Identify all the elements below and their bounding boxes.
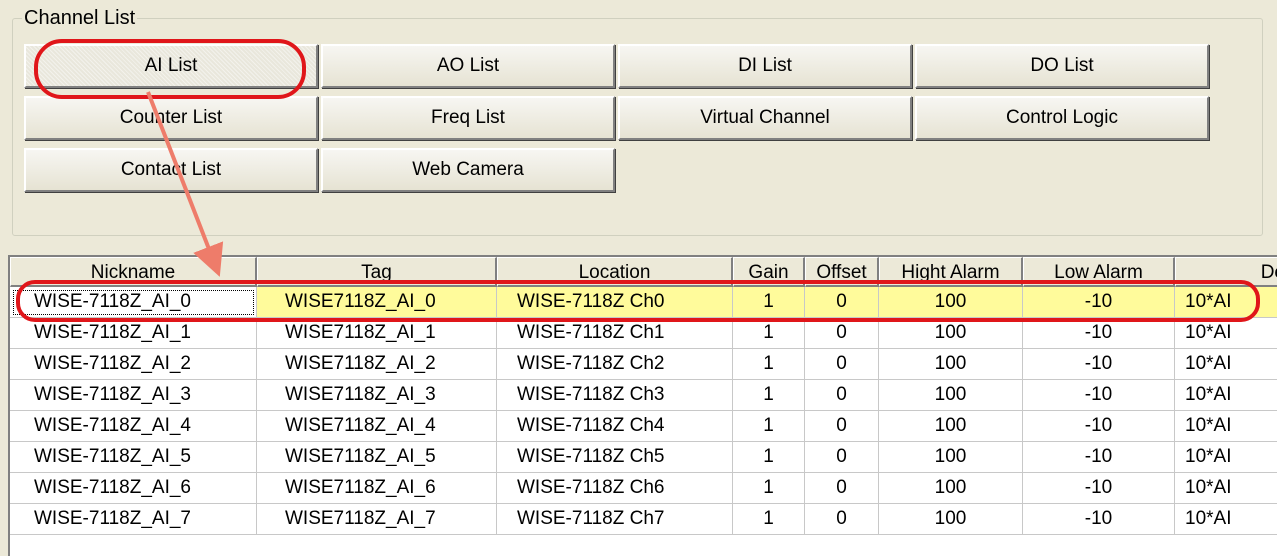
col-header-deadband[interactable]: De [1175,257,1277,287]
cell-tag[interactable]: WISE7118Z_AI_5 [257,442,497,473]
cell-deadband[interactable]: 10*AI [1175,504,1277,535]
col-header-tag[interactable]: Tag [257,257,497,287]
cell-deadband[interactable]: 10*AI [1175,442,1277,473]
cell-tag[interactable]: WISE7118Z_AI_1 [257,318,497,349]
cell-tag[interactable]: WISE7118Z_AI_2 [257,349,497,380]
cell-location[interactable]: WISE-7118Z Ch0 [497,287,733,318]
col-header-nickname[interactable]: Nickname [10,257,257,287]
table-row[interactable]: WISE-7118Z_AI_6 WISE7118Z_AI_6 WISE-7118Z … [10,473,1277,504]
cell-nickname[interactable]: WISE-7118Z_AI_0 [10,287,257,318]
cell-tag[interactable]: WISE7118Z_AI_6 [257,473,497,504]
cell-nickname[interactable]: WISE-7118Z_AI_2 [10,349,257,380]
col-header-gain[interactable]: Gain [733,257,805,287]
channel-list-window: Channel List AI List AO List DI List DO … [0,0,1277,556]
cell-offset[interactable]: 0 [805,318,879,349]
cell-high-alarm[interactable]: 100 [879,380,1023,411]
cell-deadband[interactable]: 10*AI [1175,380,1277,411]
cell-offset[interactable]: 0 [805,287,879,318]
table-row[interactable]: WISE-7118Z_AI_7 WISE7118Z_AI_7 WISE-7118Z … [10,504,1277,535]
cell-deadband[interactable]: 10*AI [1175,411,1277,442]
table-header: Nickname Tag Location Gain Offset Hight … [10,257,1277,287]
cell-gain[interactable]: 1 [733,411,805,442]
cell-location[interactable]: WISE-7118Z Ch6 [497,473,733,504]
cell-deadband[interactable]: 10*AI [1175,318,1277,349]
cell-nickname[interactable]: WISE-7118Z_AI_5 [10,442,257,473]
cell-nickname[interactable]: WISE-7118Z_AI_7 [10,504,257,535]
cell-low-alarm[interactable]: -10 [1023,411,1175,442]
cell-low-alarm[interactable]: -10 [1023,473,1175,504]
cell-gain[interactable]: 1 [733,504,805,535]
cell-gain[interactable]: 1 [733,318,805,349]
cell-offset[interactable]: 0 [805,504,879,535]
cell-high-alarm[interactable]: 100 [879,504,1023,535]
cell-high-alarm[interactable]: 100 [879,287,1023,318]
table-row[interactable]: WISE-7118Z_AI_3 WISE7118Z_AI_3 WISE-7118Z … [10,380,1277,411]
cell-tag[interactable]: WISE7118Z_AI_3 [257,380,497,411]
cell-location[interactable]: WISE-7118Z Ch5 [497,442,733,473]
cell-offset[interactable]: 0 [805,411,879,442]
cell-gain[interactable]: 1 [733,380,805,411]
col-header-offset[interactable]: Offset [805,257,879,287]
cell-high-alarm[interactable]: 100 [879,349,1023,380]
table-row[interactable]: WISE-7118Z_AI_0 WISE7118Z_AI_0 WISE-7118Z … [10,287,1277,318]
cell-high-alarm[interactable]: 100 [879,442,1023,473]
virtual-channel-button[interactable]: Virtual Channel [618,96,912,140]
table-row[interactable]: WISE-7118Z_AI_1 WISE7118Z_AI_1 WISE-7118Z … [10,318,1277,349]
cell-low-alarm[interactable]: -10 [1023,442,1175,473]
web-camera-button[interactable]: Web Camera [321,148,615,192]
cell-high-alarm[interactable]: 100 [879,411,1023,442]
group-title: Channel List [22,6,138,30]
counter-list-button[interactable]: Counter List [24,96,318,140]
cell-tag[interactable]: WISE7118Z_AI_0 [257,287,497,318]
do-list-button[interactable]: DO List [915,44,1209,88]
cell-tag[interactable]: WISE7118Z_AI_4 [257,411,497,442]
cell-low-alarm[interactable]: -10 [1023,318,1175,349]
col-header-high-alarm[interactable]: Hight Alarm [879,257,1023,287]
cell-tag[interactable]: WISE7118Z_AI_7 [257,504,497,535]
cell-gain[interactable]: 1 [733,473,805,504]
cell-offset[interactable]: 0 [805,442,879,473]
cell-offset[interactable]: 0 [805,349,879,380]
col-header-low-alarm[interactable]: Low Alarm [1023,257,1175,287]
cell-location[interactable]: WISE-7118Z Ch7 [497,504,733,535]
cell-location[interactable]: WISE-7118Z Ch1 [497,318,733,349]
cell-location[interactable]: WISE-7118Z Ch4 [497,411,733,442]
cell-location[interactable]: WISE-7118Z Ch2 [497,349,733,380]
ao-list-button[interactable]: AO List [321,44,615,88]
cell-deadband[interactable]: 10*AI [1175,473,1277,504]
col-header-location[interactable]: Location [497,257,733,287]
table-row[interactable]: WISE-7118Z_AI_2 WISE7118Z_AI_2 WISE-7118Z … [10,349,1277,380]
cell-high-alarm[interactable]: 100 [879,318,1023,349]
freq-list-button[interactable]: Freq List [321,96,615,140]
cell-low-alarm[interactable]: -10 [1023,287,1175,318]
cell-low-alarm[interactable]: -10 [1023,504,1175,535]
cell-low-alarm[interactable]: -10 [1023,380,1175,411]
cell-gain[interactable]: 1 [733,287,805,318]
cell-deadband[interactable]: 10*AI [1175,287,1277,318]
table-row[interactable]: WISE-7118Z_AI_5 WISE7118Z_AI_5 WISE-7118Z … [10,442,1277,473]
cell-location[interactable]: WISE-7118Z Ch3 [497,380,733,411]
cell-nickname[interactable]: WISE-7118Z_AI_1 [10,318,257,349]
cell-high-alarm[interactable]: 100 [879,473,1023,504]
di-list-button[interactable]: DI List [618,44,912,88]
cell-gain[interactable]: 1 [733,349,805,380]
cell-gain[interactable]: 1 [733,442,805,473]
cell-nickname[interactable]: WISE-7118Z_AI_6 [10,473,257,504]
cell-nickname[interactable]: WISE-7118Z_AI_3 [10,380,257,411]
cell-nickname[interactable]: WISE-7118Z_AI_4 [10,411,257,442]
contact-list-button[interactable]: Contact List [24,148,318,192]
ai-channel-table[interactable]: Nickname Tag Location Gain Offset Hight … [8,255,1277,556]
cell-low-alarm[interactable]: -10 [1023,349,1175,380]
control-logic-button[interactable]: Control Logic [915,96,1209,140]
ai-list-button[interactable]: AI List [24,44,318,88]
table-row[interactable]: WISE-7118Z_AI_4 WISE7118Z_AI_4 WISE-7118Z … [10,411,1277,442]
cell-offset[interactable]: 0 [805,473,879,504]
cell-deadband[interactable]: 10*AI [1175,349,1277,380]
cell-offset[interactable]: 0 [805,380,879,411]
